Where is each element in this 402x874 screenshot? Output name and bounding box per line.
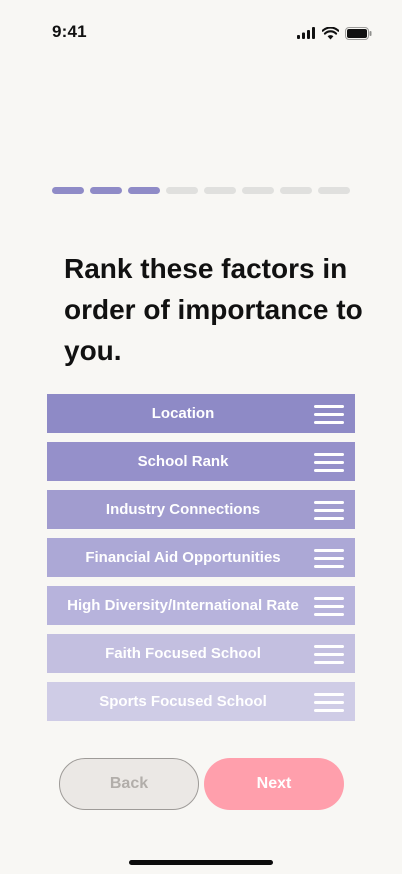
signal-icon <box>297 27 316 39</box>
drag-handle-icon[interactable] <box>314 645 344 664</box>
rank-item[interactable]: Industry Connections <box>47 490 355 529</box>
wifi-icon <box>322 26 339 40</box>
progress-segment <box>90 187 122 194</box>
drag-handle-icon[interactable] <box>314 693 344 712</box>
rank-item[interactable]: Sports Focused School <box>47 682 355 721</box>
rank-item[interactable]: Financial Aid Opportunities <box>47 538 355 577</box>
progress-segment <box>166 187 198 194</box>
drag-handle-icon[interactable] <box>314 501 344 520</box>
rank-item[interactable]: Location <box>47 394 355 433</box>
rank-item-label: High Diversity/International Rate <box>67 597 299 614</box>
rank-item[interactable]: Faith Focused School <box>47 634 355 673</box>
page-title: Rank these factors in order of importanc… <box>64 253 363 366</box>
rank-item-label: School Rank <box>137 453 229 470</box>
rank-item-label: Industry Connections <box>105 501 261 518</box>
drag-handle-icon[interactable] <box>314 405 344 424</box>
progress-segment <box>242 187 274 194</box>
progress-indicator <box>52 187 350 194</box>
battery-icon <box>345 26 372 40</box>
back-button[interactable]: Back <box>59 758 199 810</box>
rank-item-label: Faith Focused School <box>105 645 261 662</box>
progress-segment <box>204 187 236 194</box>
drag-handle-icon[interactable] <box>314 597 344 616</box>
rank-item-label: Location <box>151 405 215 422</box>
drag-handle-icon[interactable] <box>314 453 344 472</box>
rank-item-label: Sports Focused School <box>99 693 267 710</box>
progress-segment <box>128 187 160 194</box>
progress-segment <box>318 187 350 194</box>
drag-handle-icon[interactable] <box>314 549 344 568</box>
progress-segment <box>52 187 84 194</box>
next-button[interactable]: Next <box>204 758 344 810</box>
rank-item[interactable]: School Rank <box>47 442 355 481</box>
status-icons <box>297 26 372 40</box>
progress-segment <box>280 187 312 194</box>
rank-list: Location School Rank Industry Connections F… <box>47 394 355 730</box>
rank-item[interactable]: High Diversity/International Rate <box>47 586 355 625</box>
home-indicator <box>129 860 273 865</box>
status-time: 9:41 <box>52 22 87 41</box>
rank-item-label: Financial Aid Opportunities <box>85 549 281 566</box>
